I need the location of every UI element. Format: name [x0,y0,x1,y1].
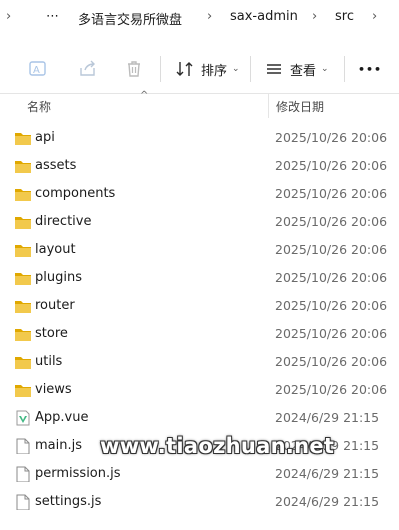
breadcrumb-item-src[interactable]: src [335,9,354,24]
svg-text:A: A [33,65,40,76]
vue-file-icon [14,410,32,426]
folder-icon [14,326,32,342]
breadcrumb-more-button[interactable]: ⋯ [46,9,59,24]
view-list-icon [267,64,281,74]
chevron-down-icon: ⌄ [321,64,329,74]
view-button[interactable]: 查看 ⌄ [265,58,329,80]
file-row[interactable]: store 2025/10/26 20:06 [0,320,399,348]
file-modified-date: 2025/10/26 20:06 [275,186,388,201]
toolbar-divider [344,56,345,82]
view-label: 查看 [290,63,317,79]
file-name: main.js [35,438,82,453]
file-modified-date: 2025/10/26 20:06 [275,354,388,369]
file-name: plugins [35,270,82,285]
file-row[interactable]: utils 2025/10/26 20:06 [0,348,399,376]
file-name: components [35,186,116,201]
file-modified-date: 2025/10/26 20:06 [275,130,388,145]
file-name: store [35,326,68,341]
folder-icon [14,242,32,258]
rename-icon[interactable]: A [27,58,49,80]
breadcrumb-item-project[interactable]: 多语言交易所微盘 [78,9,182,28]
file-modified-date: 2024/6/29 21:15 [275,466,380,481]
file-modified-date: 2025/10/26 20:06 [275,298,388,313]
file-name: utils [35,354,63,369]
sort-icon [176,62,193,76]
column-header-modified[interactable]: 修改日期 [276,98,324,115]
column-header-row: 名称 ^ 修改日期 [0,90,399,118]
file-row[interactable]: directive 2025/10/26 20:06 [0,208,399,236]
folder-icon [14,354,32,370]
file-name: settings.js [35,494,102,509]
file-name: router [35,298,75,313]
folder-icon [14,270,32,286]
file-row[interactable]: plugins 2025/10/26 20:06 [0,264,399,292]
delete-icon[interactable] [123,58,145,80]
sort-ascending-icon: ^ [140,90,149,101]
file-row[interactable]: components 2025/10/26 20:06 [0,180,399,208]
column-header-name[interactable]: 名称 [27,98,51,115]
share-icon[interactable] [77,58,99,80]
file-icon [14,466,32,483]
breadcrumb: › ⋯ 多语言交易所微盘 › sax-admin › src › [0,0,399,40]
file-modified-date: 2025/10/26 20:06 [275,326,388,341]
toolbar-divider [160,56,161,82]
chevron-right-icon: › [207,9,213,24]
chevron-right-icon: › [312,9,318,24]
file-row[interactable]: views 2025/10/26 20:06 [0,376,399,404]
folder-icon [14,214,32,230]
file-name: layout [35,242,76,257]
toolbar-divider [250,56,251,82]
file-name: App.vue [35,410,89,425]
breadcrumb-item-sax-admin[interactable]: sax-admin [230,9,298,24]
chevron-right-icon: › [372,9,378,24]
sort-button[interactable]: 排序 ⌄ [175,58,240,80]
chevron-right-icon: › [6,9,12,24]
folder-icon [14,298,32,314]
more-options-button[interactable]: ••• [358,58,382,80]
file-name: api [35,130,55,145]
file-modified-date: 2025/10/26 20:06 [275,382,388,397]
file-name: directive [35,214,92,229]
file-row[interactable]: api 2025/10/26 20:06 [0,124,399,152]
file-name: views [35,382,72,397]
chevron-down-icon: ⌄ [232,64,240,74]
folder-icon [14,158,32,174]
file-row[interactable]: layout 2025/10/26 20:06 [0,236,399,264]
file-modified-date: 2024/6/29 21:15 [275,410,380,425]
folder-icon [14,382,32,398]
folder-icon [14,186,32,202]
column-resize-handle[interactable] [268,94,269,118]
file-modified-date: 2024/6/29 21:15 [275,494,380,509]
file-name: permission.js [35,466,121,481]
file-icon [14,438,32,455]
file-modified-date: 2025/10/26 20:06 [275,158,388,173]
file-name: assets [35,158,77,173]
file-modified-date: 2025/10/26 20:06 [275,214,388,229]
file-row[interactable]: App.vue 2024/6/29 21:15 [0,404,399,432]
file-row[interactable]: settings.js 2024/6/29 21:15 [0,488,399,516]
folder-icon [14,130,32,146]
watermark: www.tiaozhuan.net [100,434,335,458]
command-bar: A 排序 ⌄ 查看 ⌄ ••• [0,44,399,94]
file-row[interactable]: router 2025/10/26 20:06 [0,292,399,320]
file-modified-date: 2025/10/26 20:06 [275,242,388,257]
sort-label: 排序 [201,63,228,79]
file-row[interactable]: permission.js 2024/6/29 21:15 [0,460,399,488]
file-row[interactable]: assets 2025/10/26 20:06 [0,152,399,180]
file-icon [14,494,32,511]
file-modified-date: 2025/10/26 20:06 [275,270,388,285]
